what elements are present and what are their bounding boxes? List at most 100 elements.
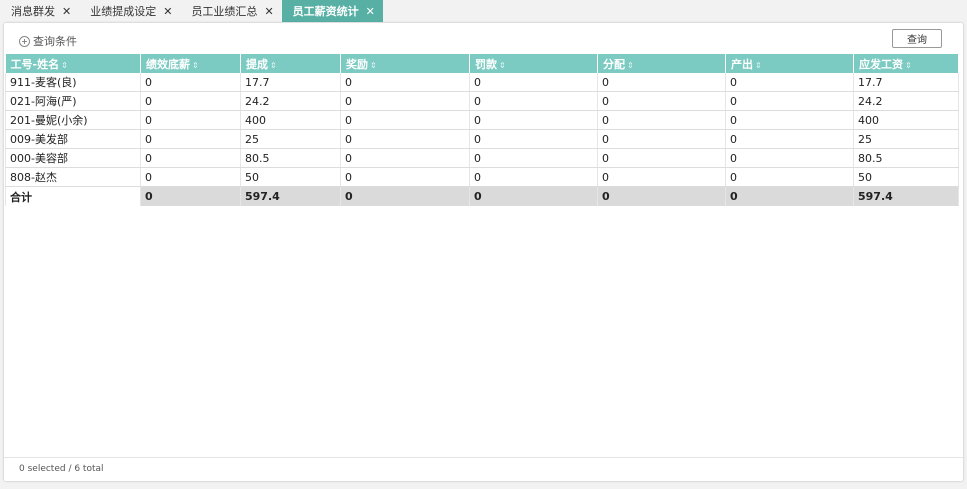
column-header[interactable]: 绩效底薪 ⇕ (140, 54, 241, 73)
table-row[interactable]: 201-曼妮(小余) 0 400 0 0 0 0 400 (5, 110, 959, 130)
sort-icon[interactable]: ⇕ (192, 61, 199, 70)
table-cell: 000-美容部 (5, 148, 141, 168)
main-panel: 查询条件 查询 工号-姓名 ⇕ 绩效底薪 ⇕ 提成 ⇕ 奖励 ⇕ 罚款 ⇕ 分配 ⇕ 产出 ⇕… (4, 23, 963, 481)
table-cell: 400 (240, 110, 341, 130)
table-cell: 0 (597, 91, 726, 111)
column-title: 分配 (603, 57, 625, 71)
column-title: 应发工资 (859, 57, 903, 71)
sort-icon[interactable]: ⇕ (499, 61, 506, 70)
footer-divider (4, 457, 963, 458)
table-cell: 400 (853, 110, 959, 130)
table-cell: 25 (853, 129, 959, 149)
table-row[interactable]: 009-美发部 0 25 0 0 0 0 25 (5, 129, 959, 149)
table-cell: 0 (725, 148, 854, 168)
salary-table: 工号-姓名 ⇕ 绩效底薪 ⇕ 提成 ⇕ 奖励 ⇕ 罚款 ⇕ 分配 ⇕ 产出 ⇕ 应发工资 ⇕ 9… (5, 54, 959, 206)
table-cell: 80.5 (853, 148, 959, 168)
table-cell: 0 (340, 148, 470, 168)
table-cell: 911-麦客(良) (5, 73, 141, 92)
table-row[interactable]: 808-赵杰 0 50 0 0 0 0 50 (5, 167, 959, 187)
tab-performance-summary[interactable]: 员工业绩汇总 ✕ (180, 0, 281, 22)
table-cell: 0 (140, 110, 241, 130)
tab-label: 消息群发 (11, 5, 55, 18)
sort-icon[interactable]: ⇕ (270, 61, 277, 70)
sort-icon[interactable]: ⇕ (370, 61, 377, 70)
table-cell: 0 (725, 167, 854, 187)
table-cell: 17.7 (853, 73, 959, 92)
table-cell: 0 (597, 148, 726, 168)
table-cell: 0 (725, 73, 854, 92)
column-header[interactable]: 工号-姓名 ⇕ (5, 54, 141, 73)
table-cell: 201-曼妮(小余) (5, 110, 141, 130)
table-header-row: 工号-姓名 ⇕ 绩效底薪 ⇕ 提成 ⇕ 奖励 ⇕ 罚款 ⇕ 分配 ⇕ 产出 ⇕ 应发工资 ⇕ (5, 54, 959, 73)
table-cell: 24.2 (853, 91, 959, 111)
table-cell: 0 (469, 167, 598, 187)
tab-salary-statistics[interactable]: 员工薪资统计 ✕ (281, 0, 383, 22)
close-icon[interactable]: ✕ (62, 5, 71, 18)
column-header[interactable]: 分配 ⇕ (597, 54, 726, 73)
table-cell: 0 (340, 73, 470, 92)
tab-label: 业绩提成设定 (90, 5, 157, 18)
table-cell: 0 (725, 91, 854, 111)
table-cell: 0 (140, 73, 241, 92)
total-cell: 597.4 (240, 186, 341, 206)
table-cell: 0 (597, 110, 726, 130)
column-title: 工号-姓名 (10, 57, 60, 71)
close-icon[interactable]: ✕ (264, 5, 273, 18)
query-button[interactable]: 查询 (892, 29, 942, 48)
table-cell: 0 (340, 129, 470, 149)
table-row[interactable]: 000-美容部 0 80.5 0 0 0 0 80.5 (5, 148, 959, 168)
table-row[interactable]: 911-麦客(良) 0 17.7 0 0 0 0 17.7 (5, 73, 959, 92)
table-cell: 0 (597, 167, 726, 187)
selection-status: 0 selected / 6 total (19, 464, 104, 474)
close-icon[interactable]: ✕ (366, 5, 375, 18)
sort-icon[interactable]: ⇕ (61, 61, 68, 70)
total-cell: 0 (597, 186, 726, 206)
column-title: 罚款 (475, 57, 497, 71)
table-cell: 0 (340, 167, 470, 187)
tab-commission-settings[interactable]: 业绩提成设定 ✕ (79, 0, 180, 22)
table-cell: 0 (140, 148, 241, 168)
table-cell: 0 (469, 110, 598, 130)
table-cell: 24.2 (240, 91, 341, 111)
column-header[interactable]: 产出 ⇕ (725, 54, 854, 73)
table-total-row: 合计 0 597.4 0 0 0 0 597.4 (5, 186, 959, 206)
total-cell: 0 (140, 186, 241, 206)
table-cell: 0 (469, 91, 598, 111)
total-cell: 0 (469, 186, 598, 206)
table-cell: 0 (340, 110, 470, 130)
tab-message-broadcast[interactable]: 消息群发 ✕ (0, 0, 79, 22)
query-conditions-toggle[interactable]: 查询条件 (19, 33, 77, 49)
tab-strip: 消息群发 ✕ 业绩提成设定 ✕ 员工业绩汇总 ✕ 员工薪资统计 ✕ (0, 0, 967, 23)
query-conditions-label: 查询条件 (33, 35, 77, 48)
plus-circle-icon (19, 35, 30, 47)
sort-icon[interactable]: ⇕ (755, 61, 762, 70)
table-cell: 25 (240, 129, 341, 149)
table-cell: 50 (240, 167, 341, 187)
sort-icon[interactable]: ⇕ (627, 61, 634, 70)
table-cell: 0 (469, 129, 598, 149)
column-title: 提成 (246, 57, 268, 71)
table-cell: 0 (140, 91, 241, 111)
total-label: 合计 (5, 186, 141, 206)
column-header[interactable]: 应发工资 ⇕ (853, 54, 959, 73)
column-header[interactable]: 提成 ⇕ (240, 54, 341, 73)
column-header[interactable]: 罚款 ⇕ (469, 54, 598, 73)
sort-icon[interactable]: ⇕ (905, 61, 912, 70)
total-cell: 0 (725, 186, 854, 206)
table-cell: 0 (140, 129, 241, 149)
total-cell: 597.4 (853, 186, 959, 206)
table-cell: 0 (597, 129, 726, 149)
column-title: 奖励 (346, 57, 368, 71)
close-icon[interactable]: ✕ (163, 5, 172, 18)
table-cell: 808-赵杰 (5, 167, 141, 187)
column-title: 绩效底薪 (146, 57, 190, 71)
column-title: 产出 (731, 57, 753, 71)
table-cell: 0 (469, 73, 598, 92)
total-cell: 0 (340, 186, 470, 206)
table-cell: 0 (140, 167, 241, 187)
table-cell: 0 (340, 91, 470, 111)
table-cell: 009-美发部 (5, 129, 141, 149)
column-header[interactable]: 奖励 ⇕ (340, 54, 470, 73)
table-row[interactable]: 021-阿海(严) 0 24.2 0 0 0 0 24.2 (5, 91, 959, 111)
table-cell: 17.7 (240, 73, 341, 92)
